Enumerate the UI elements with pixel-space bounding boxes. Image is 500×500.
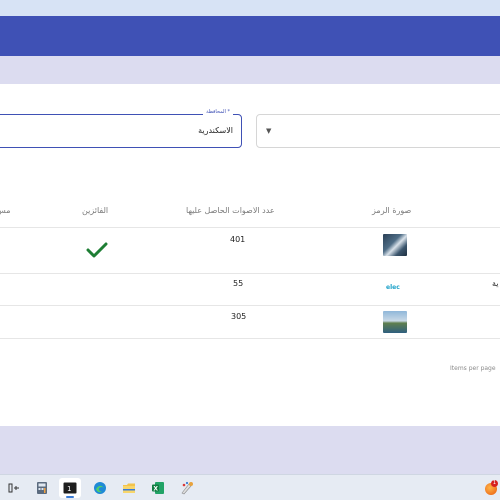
paint-icon[interactable] <box>176 478 198 498</box>
column-header-symbol-image[interactable]: صورة الرمز <box>372 206 411 215</box>
symbol-image <box>383 234 407 256</box>
terminal-icon[interactable]: 1 <box>59 478 81 498</box>
items-per-page-label: Items per page <box>450 365 496 372</box>
header-divider <box>0 227 500 228</box>
main-card: المحافظة * الاسكندرية ▼ صورة الرمز عدد ا… <box>0 84 500 426</box>
column-header-votes[interactable]: عدد الاصوات الحاصل عليها <box>186 206 275 215</box>
row-divider <box>0 273 500 274</box>
chevron-down-icon[interactable]: ▼ <box>266 127 271 135</box>
calculator-icon[interactable] <box>31 478 53 498</box>
governorate-value: الاسكندرية <box>198 126 233 135</box>
app-navbar <box>0 16 500 56</box>
governorate-select[interactable]: المحافظة * الاسكندرية <box>0 109 242 148</box>
row-divider <box>0 305 500 306</box>
votes-cell: 305 <box>231 312 247 321</box>
votes-cell: 55 <box>233 279 244 288</box>
excel-icon[interactable]: X <box>147 478 169 498</box>
edge-icon[interactable] <box>89 478 111 498</box>
taskbar: 1 X 1 <box>0 474 500 500</box>
symbol-logo: elec <box>386 284 400 291</box>
symbol-image <box>383 311 407 333</box>
split-view-icon[interactable] <box>3 478 25 498</box>
svg-text:X: X <box>153 485 158 492</box>
file-explorer-icon[interactable] <box>118 478 140 498</box>
row-divider <box>0 338 500 339</box>
checkmark-icon <box>86 242 108 258</box>
svg-text:1: 1 <box>67 485 71 493</box>
votes-cell: 401 <box>230 235 246 244</box>
second-select[interactable]: ▼ <box>256 114 500 148</box>
column-header-winners[interactable]: الفائزين <box>82 206 108 215</box>
governorate-label: المحافظة * <box>203 109 233 115</box>
notification-badge: 1 <box>491 480 498 487</box>
sub-header <box>0 56 500 84</box>
column-header-partial[interactable]: مس <box>0 206 10 215</box>
page-background <box>0 426 500 474</box>
candidate-name-cell: ية <box>492 279 499 288</box>
top-strip <box>0 0 500 16</box>
